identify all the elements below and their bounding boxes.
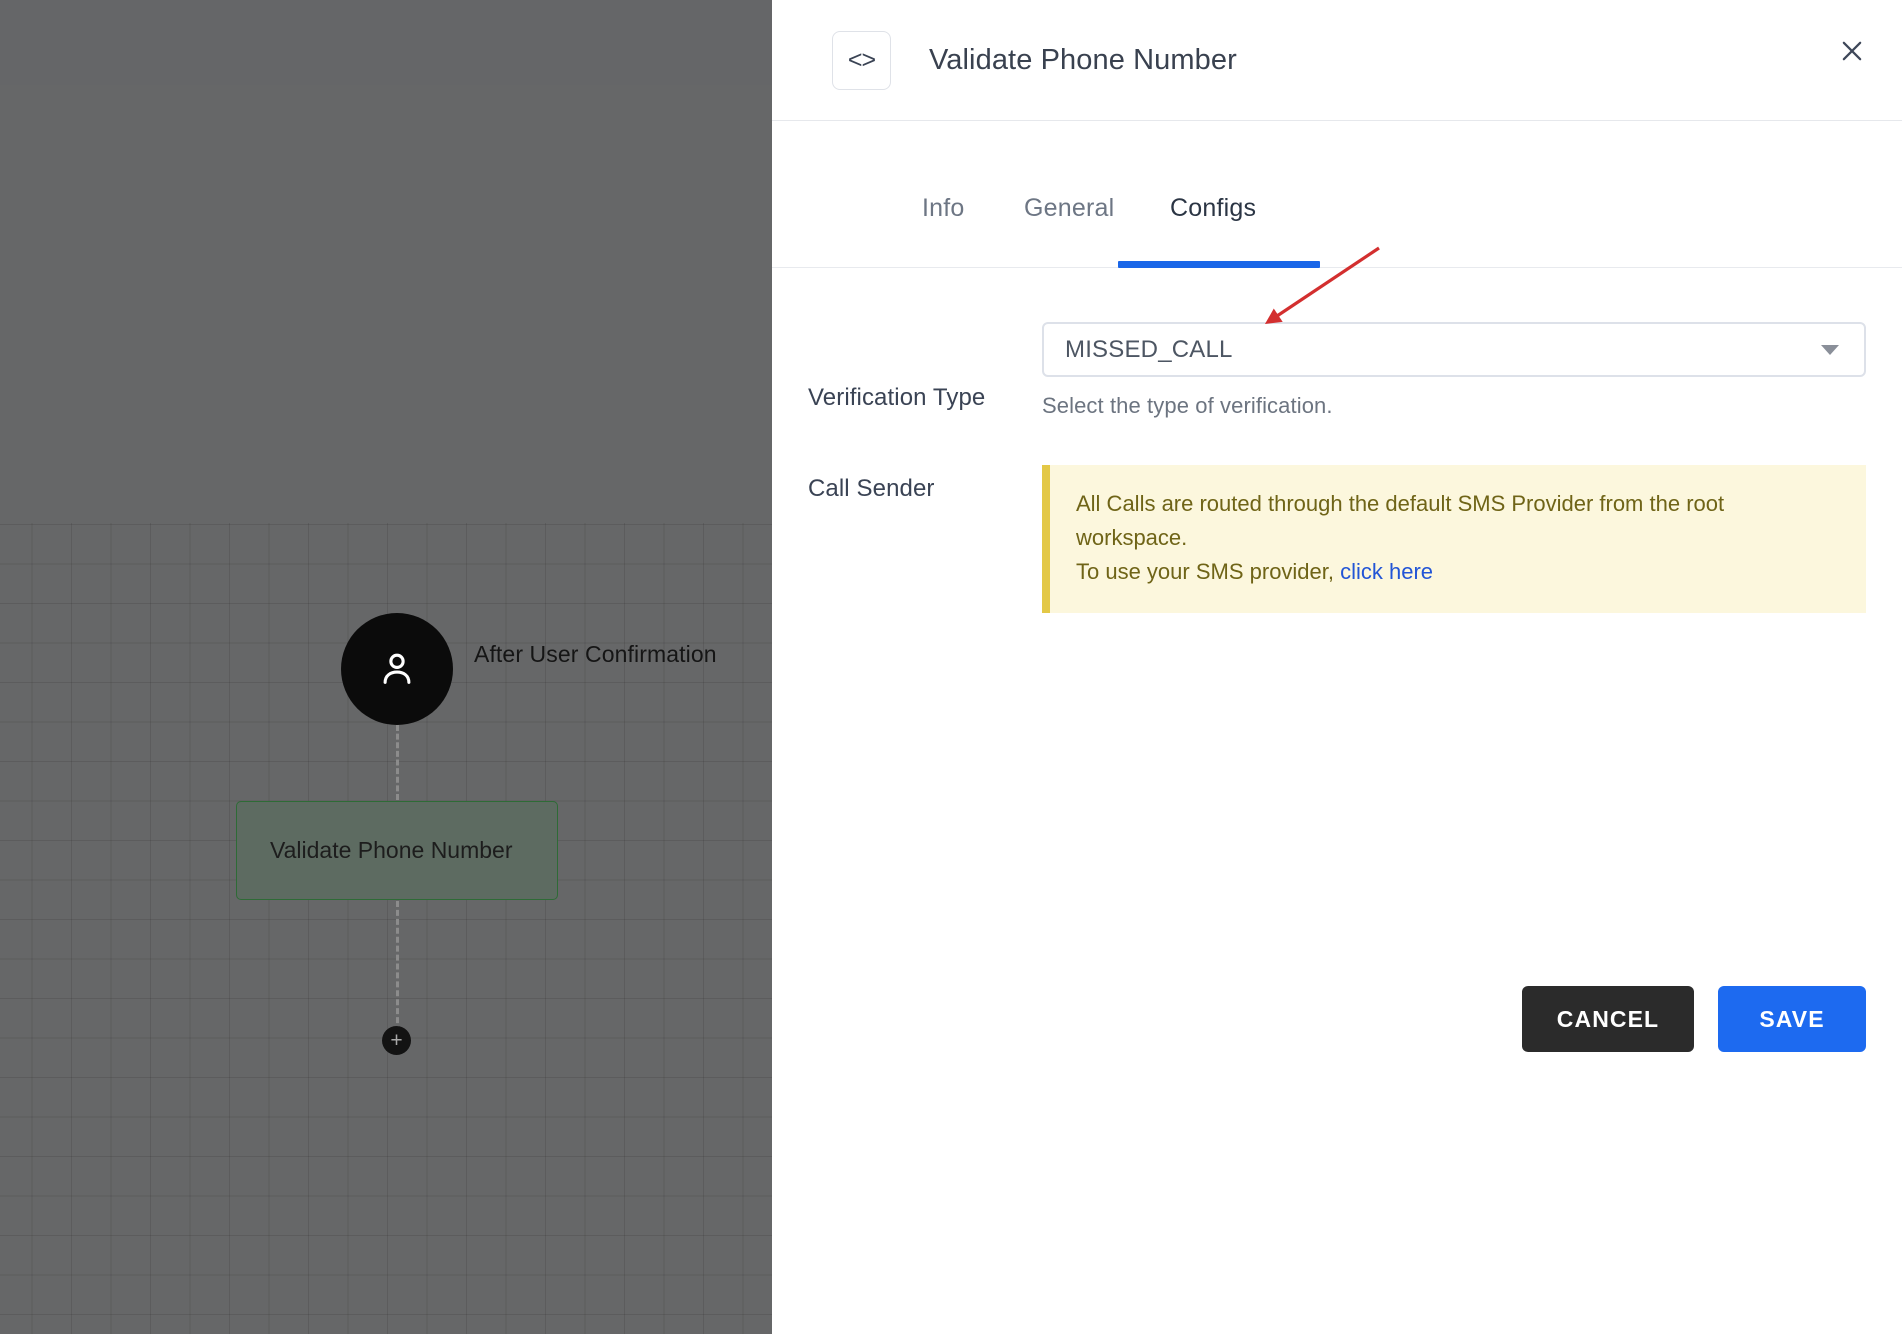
verification-type-row: Verification Type MISSED_CALL Select the… xyxy=(772,322,1902,419)
tab-configs[interactable]: Configs xyxy=(1170,194,1256,245)
verification-type-select[interactable]: MISSED_CALL xyxy=(1042,322,1866,377)
tab-info[interactable]: Info xyxy=(922,194,965,245)
flow-canvas[interactable]: After User Confirmation Validate Phone N… xyxy=(0,0,772,1334)
code-brackets-icon: <> xyxy=(832,30,891,90)
call-sender-field: All Calls are routed through the default… xyxy=(1042,465,1902,614)
details-drawer: <> Validate Phone Number Info General Co… xyxy=(772,0,1902,1334)
save-button[interactable]: SAVE xyxy=(1718,986,1866,1052)
tab-general[interactable]: General xyxy=(1024,194,1114,245)
flow-node-validate-phone-number[interactable]: Validate Phone Number xyxy=(236,801,558,900)
close-button[interactable] xyxy=(1827,28,1877,78)
drawer-title: Validate Phone Number xyxy=(929,43,1237,76)
active-tab-indicator xyxy=(1118,261,1320,268)
verification-type-field: MISSED_CALL Select the type of verificat… xyxy=(1042,322,1902,419)
alert-line-2-text: To use your SMS provider, xyxy=(1076,559,1341,585)
canvas-band-middle xyxy=(0,85,772,523)
form-actions: CANCEL SAVE xyxy=(1522,986,1866,1052)
chevron-down-icon xyxy=(1821,344,1839,355)
call-sender-alert: All Calls are routed through the default… xyxy=(1042,465,1866,614)
connector-edge-top xyxy=(396,725,399,800)
start-node-caption: After User Confirmation xyxy=(474,641,717,667)
verification-type-label: Verification Type xyxy=(808,384,986,411)
connector-edge-bottom xyxy=(396,901,399,1032)
call-sender-label: Call Sender xyxy=(808,475,935,502)
flow-node-label: Validate Phone Number xyxy=(270,837,513,863)
canvas-band-top xyxy=(0,0,772,85)
close-icon xyxy=(1838,37,1866,70)
cancel-button[interactable]: CANCEL xyxy=(1522,986,1694,1052)
call-sender-row: Call Sender All Calls are routed through… xyxy=(772,465,1902,614)
alert-line-2: To use your SMS provider, click here xyxy=(1076,555,1840,589)
tab-bar-row: Info General Configs xyxy=(772,120,1902,268)
verification-type-value: MISSED_CALL xyxy=(1065,335,1233,363)
alert-line-1: All Calls are routed through the default… xyxy=(1076,491,1725,551)
drawer-header: <> Validate Phone Number xyxy=(772,0,1902,121)
verification-type-help: Select the type of verification. xyxy=(1042,393,1333,418)
configs-form: Verification Type MISSED_CALL Select the… xyxy=(772,268,1902,1052)
start-node[interactable] xyxy=(341,613,453,725)
tab-bar: Info General Configs xyxy=(772,120,1902,268)
sms-provider-link[interactable]: click here xyxy=(1340,559,1433,584)
user-icon xyxy=(374,646,420,692)
plus-icon: + xyxy=(390,1029,403,1052)
app-root: After User Confirmation Validate Phone N… xyxy=(0,0,1902,1334)
add-step-button[interactable]: + xyxy=(382,1026,411,1055)
